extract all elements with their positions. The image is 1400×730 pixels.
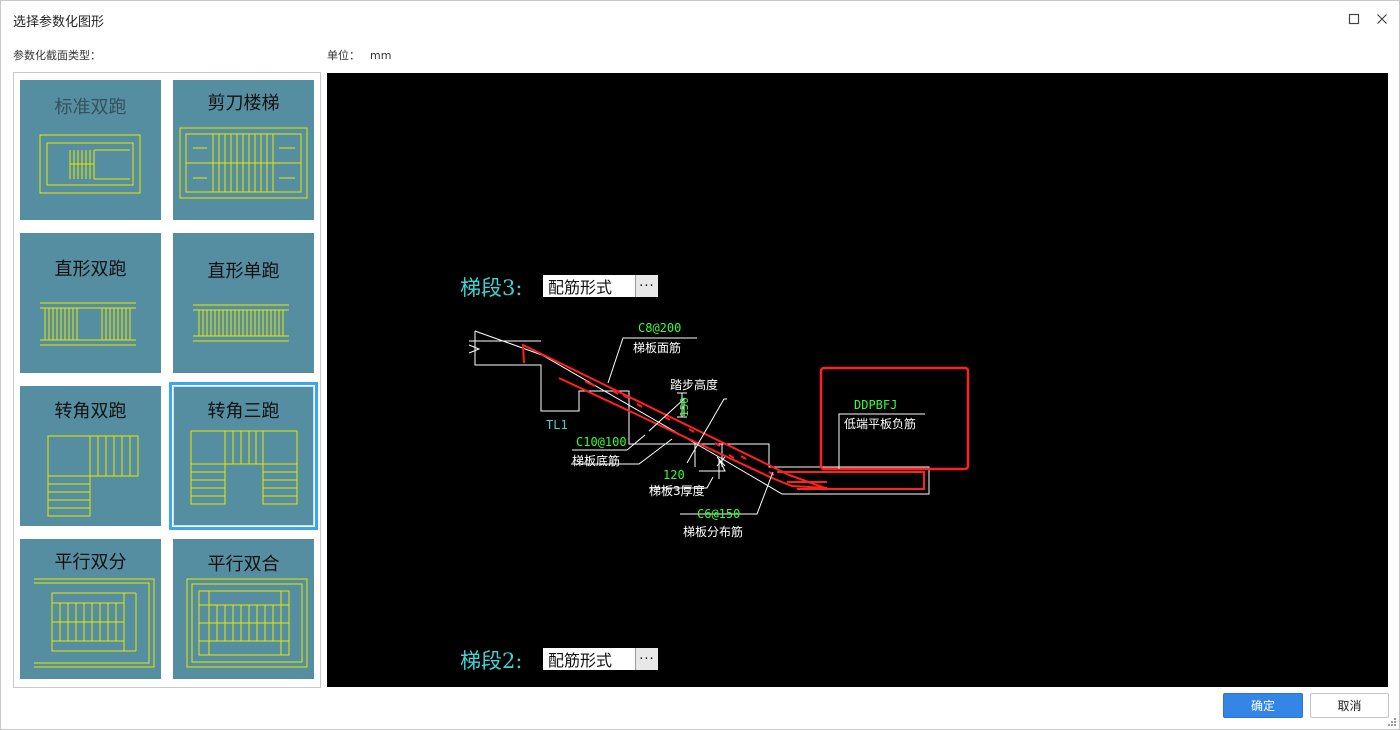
close-icon (1377, 14, 1387, 24)
annot-top-rebar: 梯板面筋 (633, 341, 682, 355)
cancel-button[interactable]: 取消 (1310, 693, 1389, 718)
segment3-rebar-value: 配筋形式 (548, 278, 613, 297)
segment3-rebar-select[interactable]: 配筋形式 ··· (543, 275, 658, 297)
tile-straight-double-run[interactable]: 直形双跑 (20, 233, 161, 373)
unit-value: mm (370, 49, 392, 62)
annot-step-height: 踏步高度 (670, 378, 719, 392)
resize-grip-icon[interactable] (1387, 717, 1397, 727)
tile-standard-double-run-icon (39, 134, 141, 194)
annot-c10[interactable]: C10@100 (576, 435, 627, 449)
segment2-rebar-value: 配筋形式 (548, 651, 613, 670)
tile-scissor-stair-icon (179, 127, 308, 199)
segment2-rebar-select[interactable]: 配筋形式 ··· (543, 648, 658, 670)
dialog-window: 选择参数化图形 参数化截面类型： 单位： mm 标准双跑 剪刀楼梯 直形双跑 直… (0, 0, 1400, 730)
section-types-label: 参数化截面类型： (13, 49, 101, 62)
tile-corner-double-run[interactable]: 转角双跑 (20, 386, 161, 526)
annot-low-slab-neg: 低端平板负筋 (844, 417, 917, 431)
tile-parallel-split[interactable]: 平行双分 (20, 539, 161, 679)
segment3-more-button[interactable]: ··· (635, 275, 658, 297)
annot-c8[interactable]: C8@200 (638, 321, 681, 335)
annot-c6[interactable]: C6@150 (697, 507, 740, 521)
drawing-canvas[interactable]: 梯段3: 配筋形式 ··· 梯段2: 配筋形式 ··· C8@200 梯板面筋 … (327, 73, 1388, 687)
maximize-icon (1348, 13, 1360, 25)
maximize-button[interactable] (1342, 7, 1366, 31)
tile-straight-double-run-icon (40, 302, 136, 346)
segment2-label: 梯段2: (460, 649, 523, 673)
tile-straight-single-run-icon (193, 304, 289, 342)
tile-straight-single-run[interactable]: 直形单跑 (173, 233, 314, 373)
stair-section-drawing (468, 330, 970, 515)
title-bar: 选择参数化图形 (1, 1, 1399, 37)
tile-scissor-stair[interactable]: 剪刀楼梯 (173, 80, 314, 220)
tile-parallel-split-icon (34, 578, 155, 668)
tile-corner-double-run-icon (47, 435, 139, 517)
window-title: 选择参数化图形 (13, 15, 105, 30)
annot-thickness: 梯板3厚度 (649, 484, 705, 498)
tile-parallel-merge[interactable]: 平行双合 (173, 539, 314, 679)
annot-tl1: TL1 (546, 418, 568, 432)
annot-dist-rebar: 梯板分布筋 (683, 525, 744, 539)
unit-label-text: 单位： (327, 49, 360, 62)
shape-gallery: 标准双跑 剪刀楼梯 直形双跑 直形单跑 转角双跑 转角三跑 平行双分 平行双合 (13, 72, 321, 688)
tile-corner-triple-run-icon (190, 430, 298, 505)
annot-h150[interactable]: 150 (678, 397, 691, 417)
annot-n120[interactable]: 120 (663, 468, 685, 482)
segment3-label: 梯段3: (460, 276, 523, 300)
confirm-button[interactable]: 确定 (1223, 693, 1303, 718)
annot-bottom-rebar: 梯板底筋 (572, 454, 621, 468)
annot-ddpbfj[interactable]: DDPBFJ (854, 398, 897, 412)
tile-standard-double-run[interactable]: 标准双跑 (20, 80, 161, 220)
tile-parallel-merge-icon (186, 578, 308, 668)
tile-corner-triple-run[interactable]: 转角三跑 (169, 382, 318, 530)
close-button[interactable] (1370, 7, 1394, 31)
segment2-more-button[interactable]: ··· (635, 648, 658, 670)
unit-label: 单位： mm (327, 47, 391, 63)
